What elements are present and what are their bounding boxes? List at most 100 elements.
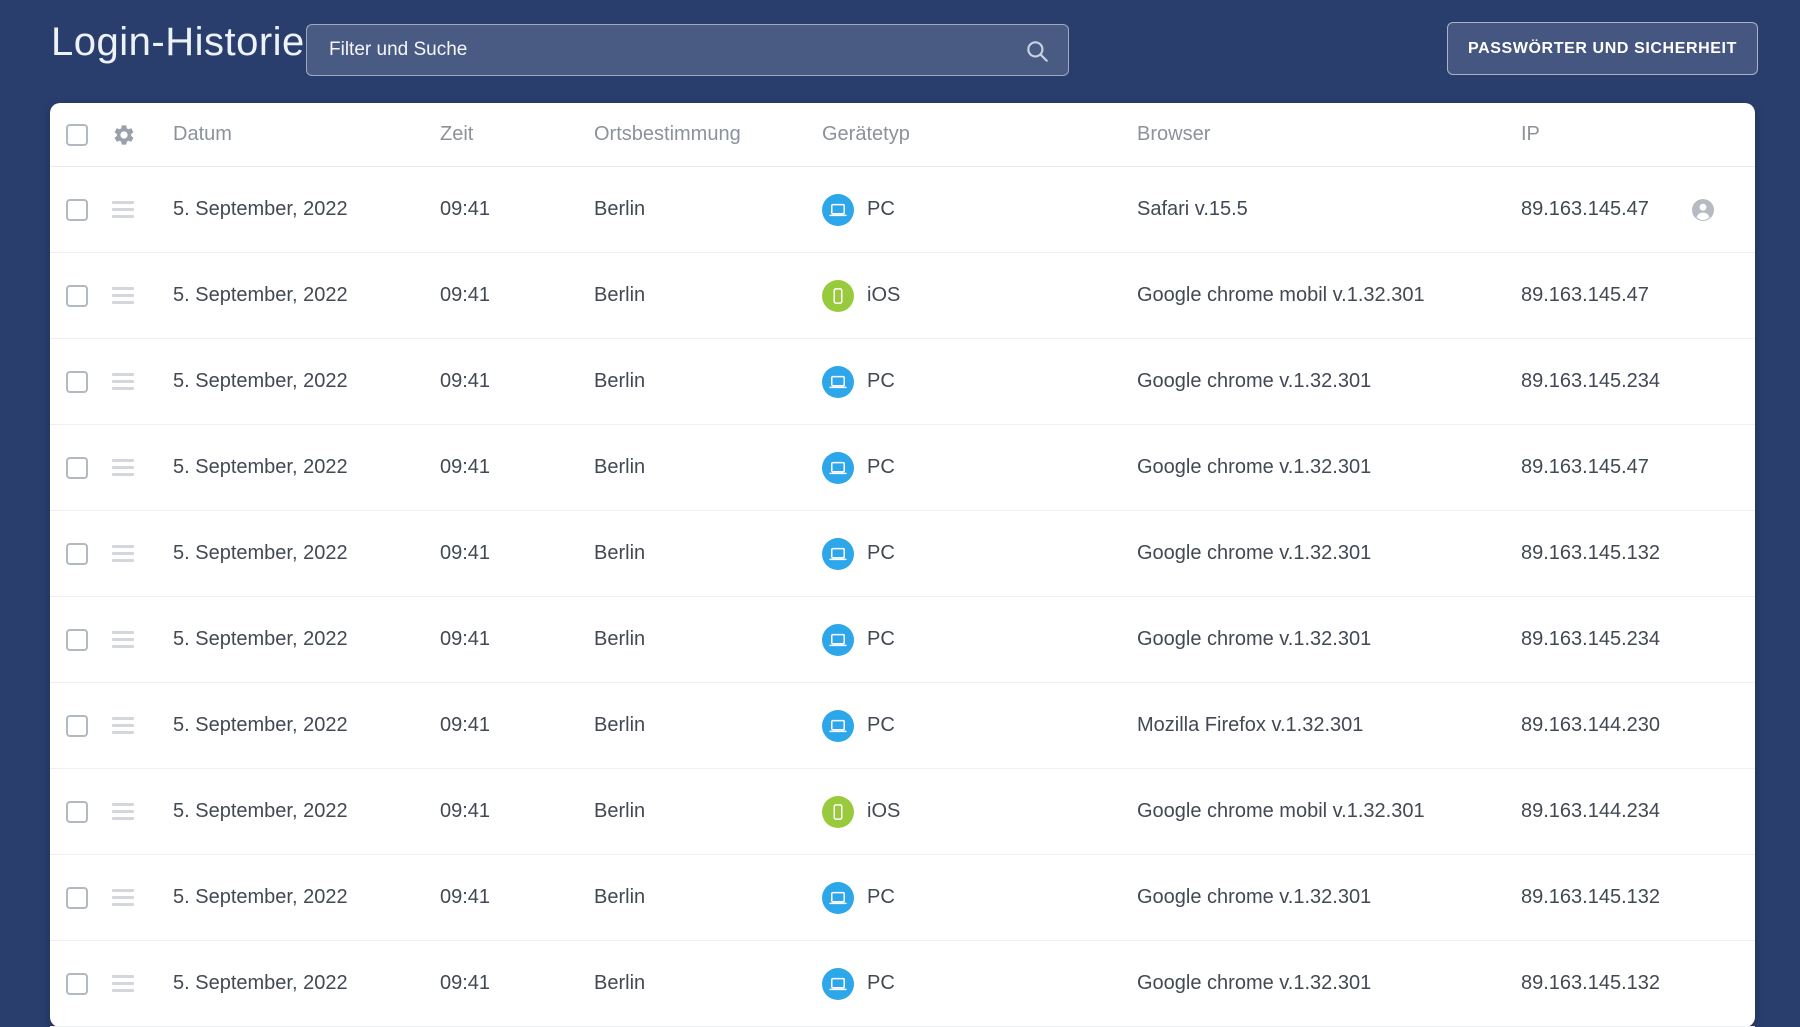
table-row: 5. September, 2022 09:41 Berlin PC Googl… [50, 855, 1755, 941]
device-type-icon [822, 967, 854, 1000]
table-row: 5. September, 2022 09:41 Berlin PC Googl… [50, 339, 1755, 425]
cell-geraetetyp: iOS [867, 284, 901, 306]
cell-geraetetyp: iOS [867, 800, 901, 822]
gear-icon[interactable] [112, 123, 136, 147]
device-type-icon [822, 193, 854, 226]
person-icon [1692, 198, 1714, 221]
cell-ortsbestimmung: Berlin [594, 370, 646, 392]
cell-datum: 5. September, 2022 [173, 284, 348, 306]
device-type-icon [822, 709, 854, 742]
cell-zeit: 09:41 [440, 628, 491, 650]
cell-ip: 89.163.145.132 [1521, 886, 1661, 908]
cell-zeit: 09:41 [440, 542, 491, 564]
cell-ortsbestimmung: Berlin [594, 714, 646, 736]
row-checkbox[interactable] [66, 972, 88, 995]
cell-zeit: 09:41 [440, 284, 491, 306]
device-type-icon [822, 623, 854, 656]
hamburger-icon[interactable] [112, 889, 134, 906]
row-checkbox[interactable] [66, 628, 88, 651]
cell-zeit: 09:41 [440, 886, 491, 908]
hamburger-icon[interactable] [112, 287, 134, 304]
hamburger-icon[interactable] [112, 373, 134, 390]
cell-browser: Google chrome v.1.32.301 [1137, 972, 1372, 994]
cell-ortsbestimmung: Berlin [594, 542, 646, 564]
cell-datum: 5. September, 2022 [173, 198, 348, 220]
laptop-icon [829, 547, 847, 560]
hamburger-icon[interactable] [112, 717, 134, 734]
cell-datum: 5. September, 2022 [173, 800, 348, 822]
cell-ip: 89.163.145.47 [1521, 284, 1649, 306]
table-row: 5. September, 2022 09:41 Berlin iOS Goog… [50, 253, 1755, 339]
cell-geraetetyp: PC [867, 886, 895, 908]
cell-ip: 89.163.145.234 [1521, 628, 1661, 650]
row-checkbox[interactable] [66, 714, 88, 737]
table-row: 5. September, 2022 09:41 Berlin PC Safar… [50, 167, 1755, 253]
cell-zeit: 09:41 [440, 800, 491, 822]
table-header-row: Datum Zeit Ortsbestimmung Gerätetyp Brow… [50, 103, 1755, 167]
cell-ortsbestimmung: Berlin [594, 456, 646, 478]
column-header-zeit: Zeit [440, 123, 474, 145]
cell-datum: 5. September, 2022 [173, 542, 348, 564]
cell-ip: 89.163.144.230 [1521, 714, 1661, 736]
row-checkbox[interactable] [66, 542, 88, 565]
cell-browser: Google chrome v.1.32.301 [1137, 370, 1372, 392]
device-type-icon [822, 365, 854, 398]
cell-browser: Google chrome v.1.32.301 [1137, 542, 1372, 564]
cell-zeit: 09:41 [440, 714, 491, 736]
page-title: Login-Historie [51, 20, 305, 64]
cell-datum: 5. September, 2022 [173, 886, 348, 908]
cell-datum: 5. September, 2022 [173, 972, 348, 994]
hamburger-icon[interactable] [112, 803, 134, 820]
cell-ortsbestimmung: Berlin [594, 972, 646, 994]
device-type-icon [822, 537, 854, 570]
hamburger-icon[interactable] [112, 201, 134, 218]
column-header-ip: IP [1521, 123, 1540, 145]
device-type-icon [822, 451, 854, 484]
cell-ortsbestimmung: Berlin [594, 628, 646, 650]
row-checkbox[interactable] [66, 284, 88, 307]
laptop-icon [829, 977, 847, 990]
cell-ip: 89.163.144.234 [1521, 800, 1661, 822]
laptop-icon [829, 633, 847, 646]
table-row: 5. September, 2022 09:41 Berlin iOS Goog… [50, 769, 1755, 855]
smartphone-icon [833, 803, 843, 820]
cell-browser: Mozilla Firefox v.1.32.301 [1137, 714, 1364, 736]
cell-ortsbestimmung: Berlin [594, 284, 646, 306]
table-body: 5. September, 2022 09:41 Berlin PC Safar… [50, 167, 1755, 1027]
cell-zeit: 09:41 [440, 370, 491, 392]
hamburger-icon[interactable] [112, 631, 134, 648]
login-history-table: Datum Zeit Ortsbestimmung Gerätetyp Brow… [50, 103, 1755, 1027]
row-checkbox[interactable] [66, 370, 88, 393]
cell-ortsbestimmung: Berlin [594, 198, 646, 220]
column-header-datum: Datum [173, 123, 232, 145]
search-input[interactable] [307, 25, 1068, 75]
cell-ip: 89.163.145.47 [1521, 198, 1649, 220]
table-row: 5. September, 2022 09:41 Berlin PC Googl… [50, 511, 1755, 597]
row-checkbox[interactable] [66, 456, 88, 479]
passwords-security-button[interactable]: PASSWÖRTER UND SICHERHEIT [1447, 22, 1758, 75]
cell-browser: Safari v.15.5 [1137, 198, 1248, 220]
cell-geraetetyp: PC [867, 370, 895, 392]
row-checkbox[interactable] [66, 800, 88, 823]
cell-ip: 89.163.145.234 [1521, 370, 1661, 392]
smartphone-icon [833, 287, 843, 304]
cell-ortsbestimmung: Berlin [594, 886, 646, 908]
hamburger-icon[interactable] [112, 459, 134, 476]
search-box [306, 24, 1069, 76]
row-checkbox[interactable] [66, 198, 88, 221]
hamburger-icon[interactable] [112, 545, 134, 562]
device-type-icon [822, 279, 854, 312]
cell-geraetetyp: PC [867, 972, 895, 994]
device-type-icon [822, 795, 854, 828]
table-row: 5. September, 2022 09:41 Berlin PC Googl… [50, 425, 1755, 511]
cell-browser: Google chrome v.1.32.301 [1137, 628, 1372, 650]
laptop-icon [829, 719, 847, 732]
row-checkbox[interactable] [66, 886, 88, 909]
column-header-geraetetyp: Gerätetyp [822, 123, 910, 145]
laptop-icon [829, 461, 847, 474]
cell-browser: Google chrome v.1.32.301 [1137, 456, 1372, 478]
select-all-checkbox[interactable] [66, 123, 88, 146]
device-type-icon [822, 881, 854, 914]
hamburger-icon[interactable] [112, 975, 134, 992]
cell-geraetetyp: PC [867, 542, 895, 564]
